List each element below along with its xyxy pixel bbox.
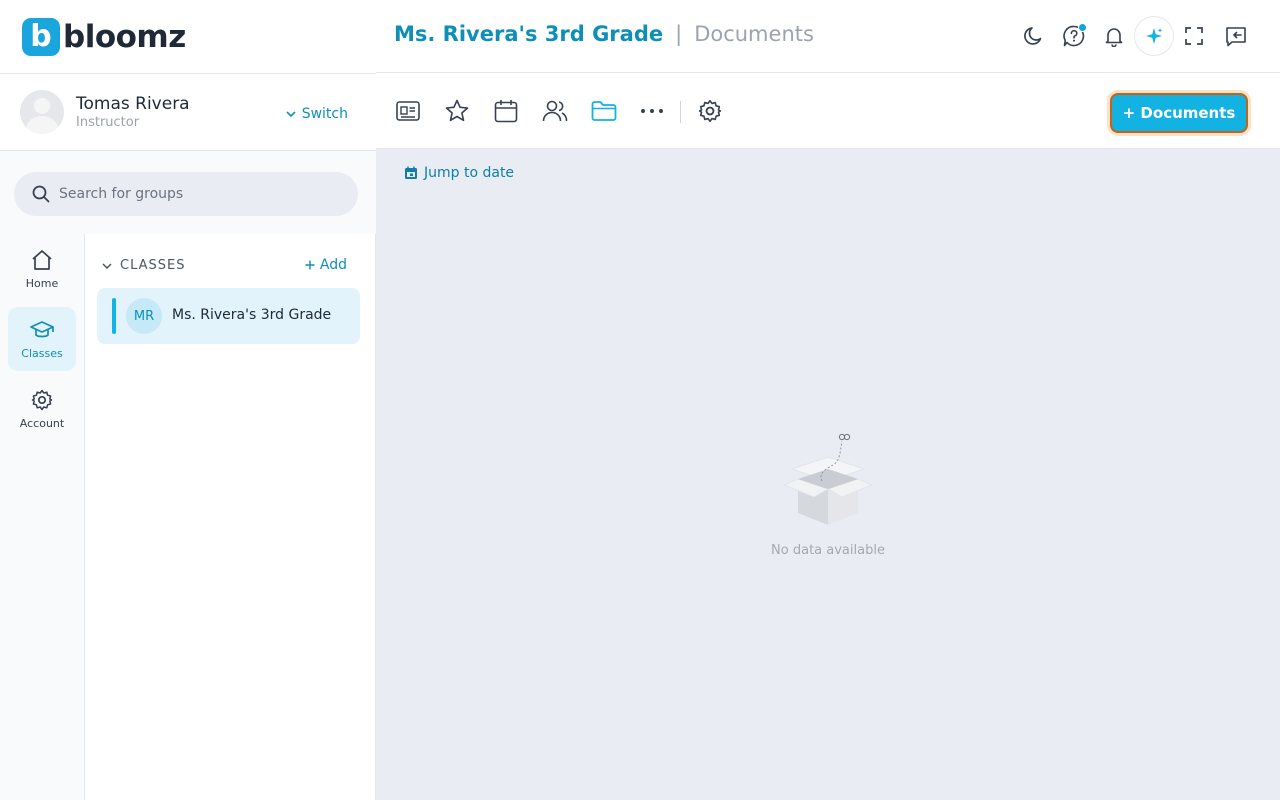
nav-rail: Home Classes Account	[0, 234, 85, 800]
rail-item-home[interactable]: Home	[8, 237, 76, 301]
empty-box-icon	[782, 433, 874, 525]
empty-state-text: No data available	[771, 543, 885, 558]
group-search-area	[0, 151, 376, 234]
rail-label-account: Account	[19, 417, 65, 430]
dark-mode-toggle[interactable]	[1014, 16, 1054, 56]
classes-panel: CLASSES Add MR Ms. Rivera's 3rd Grade	[85, 234, 376, 800]
bloomz-logo-icon: b	[22, 17, 60, 56]
tab-documents[interactable]	[589, 96, 619, 126]
collapse-panel-icon	[1226, 27, 1246, 47]
newsletter-icon	[396, 101, 420, 121]
user-role: Instructor	[76, 115, 140, 130]
tab-calendar[interactable]	[491, 96, 521, 126]
search-box[interactable]	[14, 172, 358, 216]
rail-item-account[interactable]: Account	[8, 377, 76, 441]
toolbar-divider	[680, 101, 681, 123]
more-icon	[641, 109, 663, 113]
add-document-button[interactable]: + Documents	[1110, 93, 1248, 133]
notification-dot	[1078, 23, 1087, 32]
notifications-button[interactable]	[1094, 16, 1134, 56]
ai-sparkle-icon	[1146, 28, 1163, 44]
breadcrumb-class[interactable]: Ms. Rivera's 3rd Grade	[394, 22, 663, 46]
user-profile: Tomas Rivera Instructor Switch	[0, 74, 376, 151]
avatar	[20, 90, 64, 134]
tab-more[interactable]	[637, 96, 667, 126]
rail-label-home: Home	[25, 277, 59, 290]
star-icon	[445, 99, 469, 122]
classes-heading: CLASSES	[120, 258, 186, 273]
calendar-icon	[494, 100, 518, 123]
add-class-button[interactable]: Add	[305, 257, 347, 273]
moon-icon	[1024, 27, 1042, 45]
search-icon	[32, 185, 50, 203]
bell-icon	[1105, 28, 1123, 47]
rail-item-classes[interactable]: Classes	[8, 307, 76, 371]
class-avatar: MR	[126, 298, 162, 334]
brand-logo[interactable]: b bloomz	[0, 0, 376, 74]
tab-favorites[interactable]	[442, 96, 472, 126]
chevron-down-icon	[102, 262, 112, 269]
user-name: Tomas Rivera	[76, 94, 190, 114]
collapse-panel-button[interactable]	[1216, 16, 1256, 56]
help-button[interactable]	[1054, 16, 1094, 56]
switch-label: Switch	[301, 106, 348, 122]
selected-indicator	[112, 298, 116, 334]
fullscreen-button[interactable]	[1174, 16, 1214, 56]
settings-icon	[698, 99, 722, 123]
class-name: Ms. Rivera's 3rd Grade	[172, 307, 332, 323]
breadcrumb: Ms. Rivera's 3rd Grade | Documents	[394, 22, 814, 46]
page-title: Documents	[694, 22, 814, 46]
fullscreen-icon	[1185, 27, 1203, 45]
calendar-small-icon	[405, 166, 417, 179]
brand-name: bloomz	[63, 18, 186, 55]
add-class-label: Add	[319, 257, 347, 273]
folder-icon	[591, 101, 617, 121]
switch-account-button[interactable]: Switch	[286, 106, 348, 122]
tab-members[interactable]	[540, 96, 570, 126]
documents-content: Jump to date No data available	[376, 149, 1280, 800]
jump-to-date-label: Jump to date	[424, 165, 515, 181]
plus-icon	[305, 260, 315, 270]
ai-assistant-button[interactable]	[1134, 16, 1174, 56]
gear-icon	[31, 389, 53, 411]
class-list-item[interactable]: MR Ms. Rivera's 3rd Grade	[97, 288, 360, 344]
classes-section-toggle[interactable]: CLASSES	[102, 258, 185, 273]
rail-label-classes: Classes	[21, 347, 63, 360]
graduation-cap-icon	[30, 321, 54, 338]
home-icon	[32, 250, 52, 270]
search-input[interactable]	[59, 186, 329, 202]
tab-newsletter[interactable]	[393, 96, 423, 126]
empty-state: No data available	[766, 429, 890, 558]
chevron-down-icon	[286, 111, 296, 118]
tab-settings[interactable]	[695, 96, 725, 126]
people-icon	[542, 100, 568, 122]
top-bar: Ms. Rivera's 3rd Grade | Documents	[376, 0, 1280, 73]
breadcrumb-separator: |	[675, 22, 683, 46]
jump-to-date-button[interactable]: Jump to date	[404, 165, 514, 181]
class-toolbar: + Documents	[376, 73, 1280, 149]
